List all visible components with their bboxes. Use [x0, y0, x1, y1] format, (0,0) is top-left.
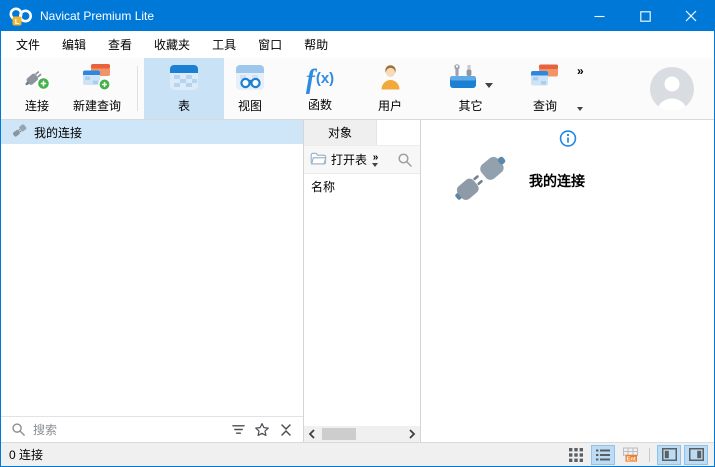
toolbar-connect-label: 连接 [24, 99, 49, 113]
menu-help[interactable]: 帮助 [293, 31, 339, 58]
plug-icon [11, 123, 27, 141]
scrollbar-track[interactable] [320, 426, 404, 442]
others-dropdown-icon[interactable] [485, 82, 494, 88]
minimize-button[interactable] [576, 1, 622, 31]
toolbar-overflow: » [575, 58, 585, 119]
toolbar-functions-button[interactable]: f (x) 函数 [294, 58, 346, 119]
toolbar-others-button[interactable]: 其它 [438, 58, 503, 119]
query-icon [530, 63, 560, 94]
tab-objects[interactable]: 对象 [304, 120, 376, 145]
toolbar-query-button[interactable]: 查询 [519, 58, 571, 119]
objects-overflow-icon[interactable]: » [373, 152, 378, 162]
tab-objects-label: 对象 [327, 126, 352, 140]
toolbar-views-button[interactable]: 视图 [224, 58, 276, 119]
toolbar-tables-label: 表 [178, 98, 191, 113]
new-query-icon [82, 63, 112, 94]
toolbar-tables-button[interactable]: 表 [144, 58, 225, 119]
menubar: 文件 编辑 查看 收藏夹 工具 窗口 帮助 [1, 31, 714, 58]
connections-tree: 我的连接 [1, 120, 303, 416]
menu-view[interactable]: 查看 [97, 31, 143, 58]
objects-list [304, 198, 420, 426]
app-window: L Navicat Premium Lite 文件 编辑 查看 收藏夹 工具 窗… [0, 0, 715, 467]
plug-add-icon [23, 63, 51, 94]
name-column-header[interactable]: 名称 [304, 174, 420, 198]
open-table-label: 打开表 [331, 153, 368, 167]
toolbar-users-button[interactable]: 用户 [364, 58, 416, 119]
user-icon [377, 63, 404, 94]
sidebar-search-input[interactable] [33, 422, 223, 437]
plug-large-icon [449, 148, 511, 213]
toggle-info-panel-button[interactable] [684, 444, 708, 465]
open-table-dropdown-icon[interactable] [372, 162, 379, 167]
toolbar-overflow-icon[interactable]: » [577, 64, 584, 78]
titlebar: L Navicat Premium Lite [1, 1, 714, 31]
svg-text:Ent: Ent [626, 456, 635, 462]
collapse-all-icon[interactable] [277, 421, 295, 439]
view-icon [235, 64, 265, 94]
info-icon[interactable] [559, 130, 576, 150]
detail-panel: 我的连接 [421, 120, 714, 442]
toolbar-query-label: 查询 [533, 99, 558, 113]
scroll-right-icon[interactable] [404, 426, 420, 442]
er-diagram-view-button[interactable]: Ent [618, 445, 642, 465]
search-icon [9, 421, 27, 439]
toolbar-more-dropdown-icon[interactable] [577, 107, 584, 111]
function-icon: f (x) [305, 63, 335, 94]
svg-text:L: L [15, 17, 20, 26]
scrollbar-thumb[interactable] [322, 428, 356, 440]
close-button[interactable] [668, 1, 714, 31]
tools-icon [448, 63, 478, 94]
favorites-star-icon[interactable] [253, 421, 271, 439]
objects-toolbar: 打开表 » [304, 146, 420, 174]
toolbar-connect-button[interactable]: 连接 [11, 58, 63, 119]
icon-view-button[interactable] [564, 445, 588, 465]
filter-icon[interactable] [229, 421, 247, 439]
open-table-button[interactable]: 打开表 » [310, 151, 378, 168]
table-icon [169, 64, 199, 94]
statusbar-separator [649, 447, 650, 462]
toolbar-others-label: 其它 [458, 98, 483, 113]
menu-file[interactable]: 文件 [5, 31, 51, 58]
toolbar-separator [137, 66, 139, 111]
window-controls [576, 1, 714, 31]
toggle-left-panel-button[interactable] [657, 444, 681, 465]
toolbar-users-label: 用户 [378, 99, 403, 113]
toolbar-views-label: 视图 [238, 98, 263, 113]
scroll-left-icon[interactable] [304, 426, 320, 442]
horizontal-scrollbar[interactable] [304, 426, 420, 442]
account-avatar[interactable] [650, 66, 694, 111]
connections-count: 0 连接 [9, 448, 44, 462]
list-view-button[interactable] [591, 444, 615, 465]
folder-open-icon [310, 152, 327, 168]
open-table-arrows: » [372, 152, 379, 167]
toolbar-functions-label: 函数 [308, 97, 333, 112]
objects-search-icon[interactable] [396, 151, 414, 169]
connection-tile[interactable]: 我的连接 [449, 148, 585, 213]
main-area: 我的连接 搜索 对象 打开表 » 名称 我的连接 [1, 120, 714, 442]
navicat-logo-icon: L [8, 5, 34, 27]
maximize-button[interactable] [622, 1, 668, 31]
sidebar-search-bar [1, 416, 303, 442]
menu-favorites[interactable]: 收藏夹 [143, 31, 201, 58]
connection-tree-label: 我的连接 [34, 125, 83, 140]
connections-sidebar: 我的连接 [1, 120, 304, 442]
window-title: Navicat Premium Lite [40, 9, 155, 23]
tabstrip-empty [376, 120, 420, 145]
menu-window[interactable]: 窗口 [247, 31, 293, 58]
connection-tile-label: 我的连接 [529, 172, 585, 189]
objects-panel: 对象 打开表 » 名称 [304, 120, 421, 442]
menu-edit[interactable]: 编辑 [51, 31, 97, 58]
statusbar-view-buttons: Ent [564, 444, 708, 465]
objects-tabstrip: 对象 [304, 120, 420, 146]
name-column-label: 名称 [311, 179, 336, 194]
toolbar: 连接 新建查询 表 视图 f (x) 函数 用户 其它 查询 » [1, 58, 714, 120]
menu-tools[interactable]: 工具 [201, 31, 247, 58]
toolbar-new-query-label: 新建查询 [73, 99, 122, 113]
connection-tree-item[interactable]: 我的连接 [1, 120, 303, 144]
toolbar-new-query-button[interactable]: 新建查询 [63, 58, 131, 119]
statusbar: 0 连接 Ent [1, 442, 714, 466]
